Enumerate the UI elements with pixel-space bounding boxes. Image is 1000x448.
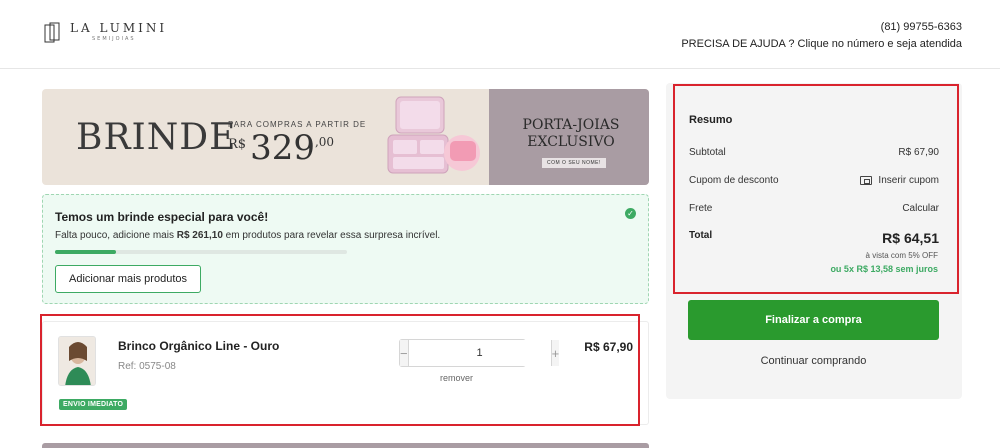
add-more-products-button[interactable]: Adicionar mais produtos: [55, 265, 201, 293]
quantity-stepper: − +: [399, 339, 560, 367]
product-ref: Ref: 0575-08: [118, 361, 176, 372]
cart-item-card: [42, 321, 649, 425]
checkout-button[interactable]: Finalizar a compra: [688, 300, 939, 340]
continue-shopping-link[interactable]: Continuar comprando: [688, 355, 939, 367]
banner-gift-subtitle: COM O SEU NOME!: [542, 158, 606, 168]
subtotal-row: Subtotal R$ 67,90: [689, 147, 939, 158]
phone-link[interactable]: (81) 99755-6363: [681, 19, 962, 36]
cash-discount-note: à vista com 5% OFF: [865, 251, 938, 260]
increase-quantity-button[interactable]: +: [550, 340, 560, 366]
banner-headline: BRINDE: [76, 117, 237, 158]
site-header: LA LUMINI SEMIJOIAS (81) 99755-6363 PREC…: [0, 0, 1000, 69]
gift-progress-title: Temos um brinde especial para você!: [55, 210, 269, 224]
total-row: Total R$ 64,51: [689, 230, 939, 246]
remove-item-link[interactable]: remover: [440, 373, 473, 383]
gift-progress-fill: [55, 250, 117, 254]
insert-coupon-link[interactable]: Inserir cupom: [860, 175, 939, 186]
product-name[interactable]: Brinco Orgânico Line - Ouro: [118, 339, 279, 353]
contact-info: (81) 99755-6363 PRECISA DE AJUDA ? Cliqu…: [681, 19, 962, 53]
product-price: R$ 67,90: [584, 340, 633, 354]
logo-subtitle: SEMIJOIAS: [92, 36, 136, 42]
gift-progress-bar: [55, 250, 347, 254]
store-logo[interactable]: LA LUMINI SEMIJOIAS: [44, 22, 167, 44]
product-thumbnail[interactable]: [58, 336, 96, 386]
logo-mark-icon: [44, 22, 66, 44]
next-section-edge: [42, 443, 649, 448]
shipping-badge: ENVIO IMEDIATO: [59, 399, 128, 410]
decrease-quantity-button[interactable]: −: [400, 340, 409, 366]
jewelry-box-image: [382, 91, 482, 183]
coupon-row: Cupom de desconto Inserir cupom: [689, 175, 939, 186]
help-text[interactable]: PRECISA DE AJUDA ? Clique no número e se…: [681, 36, 962, 53]
banner-price: R$ 329 ,00: [228, 128, 335, 168]
quantity-input[interactable]: [408, 340, 551, 366]
gift-promo-banner[interactable]: BRINDE PARA COMPRAS A PARTIR DE R$ 329 ,…: [42, 89, 649, 185]
gift-progress-text: Falta pouco, adicione mais R$ 261,10 em …: [55, 230, 441, 241]
gift-remaining-amount: R$ 261,10: [176, 230, 223, 241]
installments-note: ou 5x R$ 13,58 sem juros: [830, 264, 938, 274]
calculate-shipping-link[interactable]: Calcular: [902, 203, 939, 214]
coupon-icon: [860, 176, 873, 185]
banner-gift-title: PORTA-JOIAS EXCLUSIVO: [522, 117, 620, 150]
total-value: R$ 64,51: [882, 230, 939, 246]
gift-progress-card: Temos um brinde especial para você! Falt…: [42, 194, 649, 304]
shipping-row: Frete Calcular: [689, 203, 939, 214]
logo-name: LA LUMINI: [70, 21, 168, 35]
subtotal-value: R$ 67,90: [898, 147, 939, 158]
summary-title: Resumo: [689, 114, 733, 126]
check-circle-icon: ✓: [625, 208, 636, 219]
